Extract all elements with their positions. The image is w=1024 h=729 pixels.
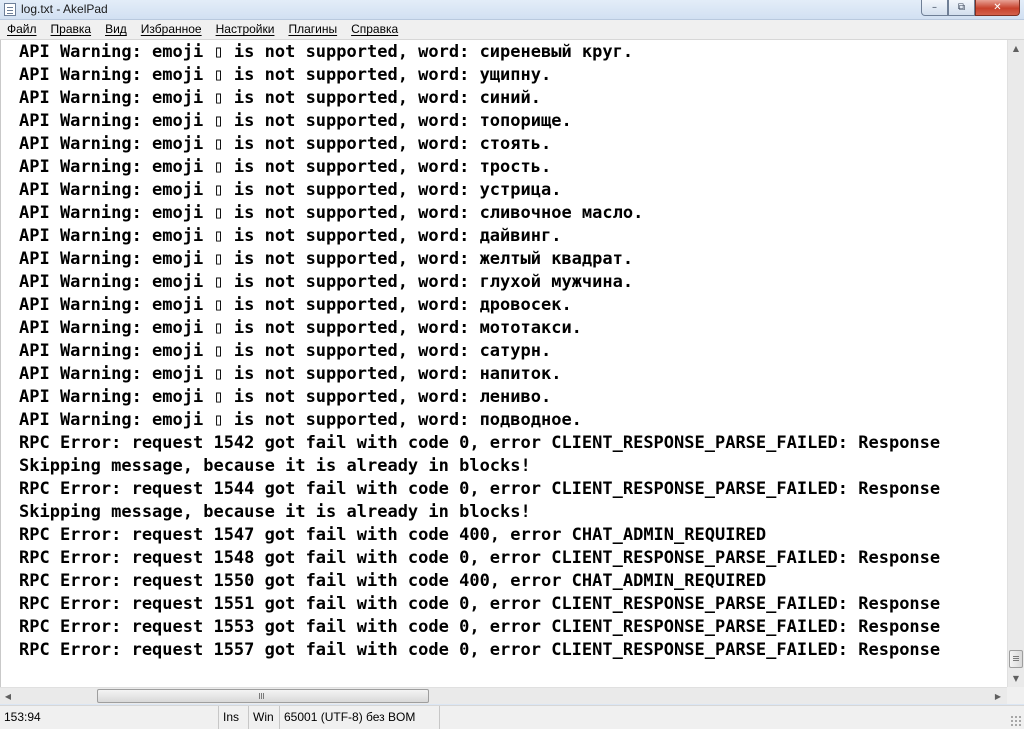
vertical-scrollbar[interactable]: ▲ ▼ bbox=[1007, 40, 1024, 687]
cursor-position: 153:94 bbox=[0, 706, 219, 729]
text-line: RPC Error: request 1551 got fail with co… bbox=[19, 594, 941, 614]
maximize-button[interactable]: ⧉ bbox=[948, 0, 975, 16]
text-lines: API Warning: emoji ▯ is not supported, w… bbox=[19, 41, 940, 662]
text-line: API Warning: emoji ▯ is not supported, w… bbox=[19, 180, 562, 200]
scroll-left-arrow-icon[interactable]: ◀ bbox=[0, 688, 16, 704]
text-line: RPC Error: request 1548 got fail with co… bbox=[19, 548, 941, 568]
text-line: API Warning: emoji ▯ is not supported, w… bbox=[19, 88, 541, 108]
text-line: Skipping message, because it is already … bbox=[19, 502, 531, 522]
text-line: API Warning: emoji ▯ is not supported, w… bbox=[19, 157, 552, 177]
text-line: RPC Error: request 1547 got fail with co… bbox=[19, 525, 767, 545]
scroll-up-arrow-icon[interactable]: ▲ bbox=[1008, 40, 1024, 56]
text-line: RPC Error: request 1553 got fail with co… bbox=[19, 617, 941, 637]
text-line: API Warning: emoji ▯ is not supported, w… bbox=[19, 203, 644, 223]
menu-file[interactable]: Файл bbox=[0, 20, 44, 39]
menu-plugins[interactable]: Плагины bbox=[281, 20, 344, 39]
vertical-scroll-thumb[interactable] bbox=[1009, 650, 1023, 668]
window-controls: – ⧉ ✕ bbox=[921, 0, 1020, 16]
newline-format[interactable]: Win bbox=[249, 706, 280, 729]
text-line: API Warning: emoji ▯ is not supported, w… bbox=[19, 318, 582, 338]
text-line: Skipping message, because it is already … bbox=[19, 456, 531, 476]
resize-grip-icon[interactable] bbox=[1010, 715, 1022, 727]
menu-help[interactable]: Справка bbox=[344, 20, 405, 39]
scroll-down-arrow-icon[interactable]: ▼ bbox=[1008, 670, 1024, 686]
text-line: API Warning: emoji ▯ is not supported, w… bbox=[19, 249, 634, 269]
status-bar: 153:94 Ins Win 65001 (UTF-8) без BOM bbox=[0, 705, 1024, 729]
window-title: log.txt - AkelPad bbox=[21, 2, 108, 16]
text-line: RPC Error: request 1544 got fail with co… bbox=[19, 479, 941, 499]
title-bar: log.txt - AkelPad – ⧉ ✕ bbox=[0, 0, 1024, 20]
minimize-button[interactable]: – bbox=[921, 0, 948, 16]
scroll-right-arrow-icon[interactable]: ▶ bbox=[990, 688, 1006, 704]
menu-edit[interactable]: Правка bbox=[44, 20, 99, 39]
menu-settings[interactable]: Настройки bbox=[209, 20, 282, 39]
text-line: RPC Error: request 1557 got fail with co… bbox=[19, 640, 941, 660]
text-line: API Warning: emoji ▯ is not supported, w… bbox=[19, 134, 552, 154]
text-line: API Warning: emoji ▯ is not supported, w… bbox=[19, 387, 552, 407]
text-line: API Warning: emoji ▯ is not supported, w… bbox=[19, 65, 552, 85]
text-line: RPC Error: request 1542 got fail with co… bbox=[19, 433, 941, 453]
text-line: API Warning: emoji ▯ is not supported, w… bbox=[19, 341, 552, 361]
text-line: API Warning: emoji ▯ is not supported, w… bbox=[19, 226, 562, 246]
scrollbar-corner bbox=[1007, 687, 1024, 704]
text-line: API Warning: emoji ▯ is not supported, w… bbox=[19, 295, 572, 315]
text-editor[interactable]: API Warning: emoji ▯ is not supported, w… bbox=[0, 40, 1008, 687]
text-line: API Warning: emoji ▯ is not supported, w… bbox=[19, 364, 562, 384]
text-line: API Warning: emoji ▯ is not supported, w… bbox=[19, 410, 582, 430]
horizontal-scrollbar[interactable]: ◀ ▶ bbox=[0, 687, 1007, 704]
text-line: API Warning: emoji ▯ is not supported, w… bbox=[19, 272, 634, 292]
horizontal-scroll-thumb[interactable] bbox=[97, 689, 429, 703]
insert-mode[interactable]: Ins bbox=[219, 706, 249, 729]
text-line: API Warning: emoji ▯ is not supported, w… bbox=[19, 111, 572, 131]
menu-view[interactable]: Вид bbox=[98, 20, 134, 39]
text-line: API Warning: emoji ▯ is not supported, w… bbox=[19, 42, 634, 62]
menu-bar: Файл Правка Вид Избранное Настройки Плаг… bbox=[0, 20, 1024, 40]
text-line: RPC Error: request 1550 got fail with co… bbox=[19, 571, 767, 591]
notepad-icon bbox=[4, 3, 16, 16]
encoding-label[interactable]: 65001 (UTF-8) без BOM bbox=[280, 706, 440, 729]
close-button[interactable]: ✕ bbox=[975, 0, 1020, 16]
menu-favorites[interactable]: Избранное bbox=[134, 20, 209, 39]
